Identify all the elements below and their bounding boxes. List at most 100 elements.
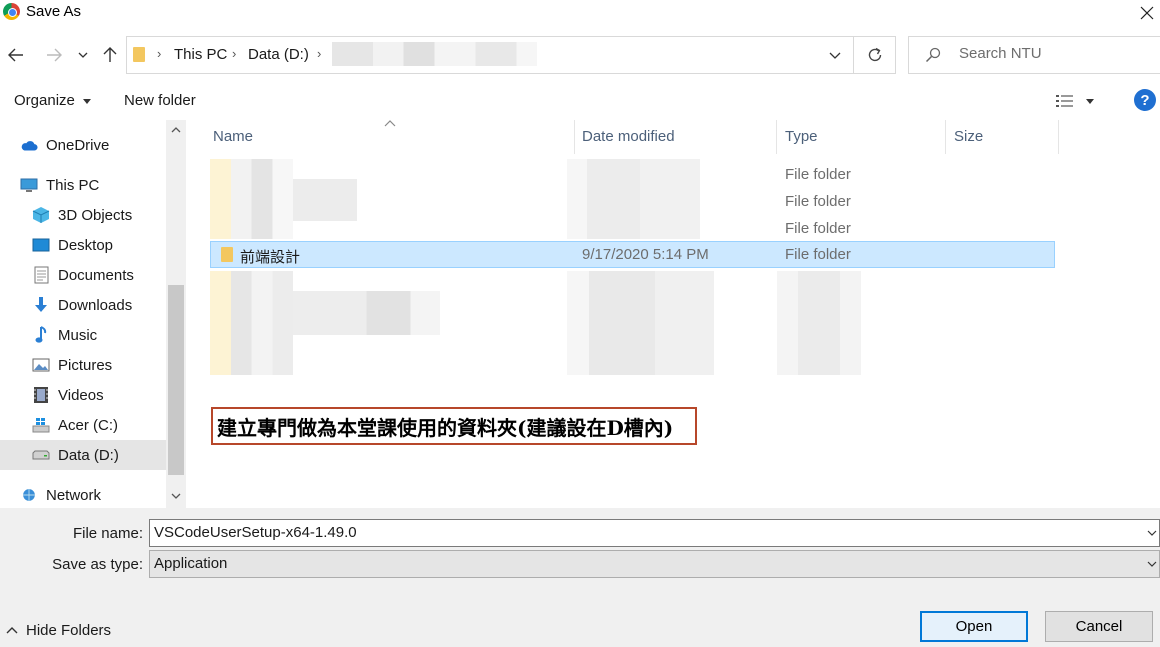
sort-ascending-icon — [384, 120, 396, 127]
organize-label: Organize — [14, 92, 75, 109]
breadcrumb-redacted — [332, 42, 537, 66]
file-list: Name Date modified Type Size File folder… — [186, 120, 1160, 508]
windows-drive-icon — [32, 416, 50, 434]
sidebar-item-label: Network — [46, 486, 102, 504]
up-button[interactable] — [97, 40, 123, 70]
computer-icon — [20, 176, 38, 194]
new-folder-button[interactable]: New folder — [124, 92, 196, 109]
forward-button[interactable] — [41, 40, 67, 70]
refresh-icon — [868, 47, 881, 62]
help-button[interactable]: ? — [1134, 89, 1156, 111]
hide-folders-label: Hide Folders — [26, 622, 112, 639]
file-name-label: File name: — [72, 525, 143, 542]
save-as-type-select[interactable]: Application — [149, 550, 1160, 578]
table-row[interactable]: File folder — [210, 188, 1055, 215]
hide-folders-toggle[interactable]: Hide Folders — [6, 622, 111, 639]
back-button[interactable] — [3, 40, 29, 70]
sidebar-item-desktop[interactable]: Desktop — [0, 230, 166, 260]
video-icon — [32, 386, 50, 404]
breadcrumb-separator-icon: › — [317, 46, 322, 61]
address-history-dropdown[interactable] — [825, 37, 845, 73]
caret-down-icon — [1086, 98, 1094, 104]
open-button[interactable]: Open — [920, 611, 1028, 642]
table-row-selected[interactable]: 前端設計 9/17/2020 5:14 PM File folder — [210, 241, 1055, 268]
sidebar-item-label: Documents — [58, 266, 134, 284]
table-row-redacted[interactable] — [210, 271, 1055, 375]
search-box[interactable] — [908, 36, 1160, 74]
sidebar-item-data-d[interactable]: Data (D:) — [0, 440, 166, 470]
column-divider[interactable] — [574, 120, 575, 154]
table-row[interactable]: File folder — [210, 159, 1055, 239]
chevron-down-icon[interactable] — [1145, 520, 1159, 546]
music-icon — [32, 326, 50, 344]
chevron-down-icon — [78, 52, 88, 58]
column-divider[interactable] — [776, 120, 777, 154]
sidebar-item-onedrive[interactable]: OneDrive — [0, 130, 166, 160]
cloud-icon — [20, 136, 38, 154]
chevron-down-icon[interactable] — [1145, 551, 1159, 577]
drive-icon — [32, 446, 50, 464]
close-button[interactable] — [1134, 0, 1160, 26]
sidebar-item-network[interactable]: Network — [0, 480, 166, 508]
download-icon — [32, 296, 50, 314]
column-header-type[interactable]: Type — [785, 128, 818, 145]
file-name-value: VSCodeUserSetup-x64-1.49.0 — [154, 524, 357, 541]
sidebar-item-downloads[interactable]: Downloads — [0, 290, 166, 320]
caret-down-icon — [83, 98, 92, 104]
view-options-button[interactable] — [1056, 90, 1102, 112]
folder-icon — [221, 247, 233, 262]
sidebar-item-label: Videos — [58, 386, 104, 404]
address-bar[interactable]: › This PC › Data (D:) › — [126, 36, 896, 74]
column-divider[interactable] — [945, 120, 946, 154]
sidebar-item-pictures[interactable]: Pictures — [0, 350, 166, 380]
column-header-date-modified[interactable]: Date modified — [582, 128, 675, 145]
details-view-icon — [1056, 95, 1073, 107]
search-input[interactable] — [959, 45, 1149, 62]
cube-icon — [32, 206, 50, 224]
scrollbar-thumb[interactable] — [168, 285, 184, 475]
save-as-type-label: Save as type: — [52, 556, 143, 573]
forward-arrow-icon — [47, 48, 62, 62]
breadcrumb-this-pc[interactable]: This PC — [174, 46, 227, 63]
search-icon — [925, 47, 941, 66]
table-row[interactable]: File folder — [210, 215, 1055, 242]
file-type: File folder — [785, 220, 851, 237]
file-date: 9/17/2020 5:14 PM — [582, 246, 709, 263]
sidebar-item-label: 3D Objects — [58, 206, 133, 224]
sidebar-item-label: Downloads — [58, 296, 133, 314]
sidebar-item-videos[interactable]: Videos — [0, 380, 166, 410]
cancel-button[interactable]: Cancel — [1045, 611, 1153, 642]
chevron-down-icon — [829, 52, 841, 59]
refresh-button[interactable] — [853, 37, 895, 73]
sidebar-item-this-pc[interactable]: This PC — [0, 170, 166, 200]
file-type: File folder — [785, 193, 851, 210]
title-bar: Save As — [0, 0, 1160, 26]
sidebar-item-label: Data (D:) — [58, 446, 119, 464]
redacted-name — [210, 271, 293, 375]
navigation-scrollbar[interactable] — [166, 120, 186, 508]
column-header-name[interactable]: Name — [213, 128, 253, 145]
sidebar-item-documents[interactable]: Documents — [0, 260, 166, 290]
recent-locations-button[interactable] — [72, 40, 94, 70]
column-header-size[interactable]: Size — [954, 128, 983, 145]
picture-icon — [32, 356, 50, 374]
sidebar-item-music[interactable]: Music — [0, 320, 166, 350]
annotation-callout: 建立專門做為本堂課使用的資料夾(建議設在D槽內) — [211, 407, 697, 445]
organize-menu[interactable]: Organize — [14, 92, 92, 109]
file-name-field[interactable]: VSCodeUserSetup-x64-1.49.0 — [149, 519, 1160, 547]
scroll-down-button[interactable] — [166, 486, 186, 506]
chevron-up-icon — [171, 127, 181, 133]
folder-icon — [133, 47, 145, 62]
document-icon — [32, 266, 50, 284]
save-options-panel: File name: VSCodeUserSetup-x64-1.49.0 Sa… — [0, 508, 1160, 647]
breadcrumb-separator-icon: › — [157, 46, 162, 61]
sidebar-item-acer-c[interactable]: Acer (C:) — [0, 410, 166, 440]
column-divider[interactable] — [1058, 120, 1059, 154]
redacted-name — [293, 291, 440, 335]
breadcrumb-separator-icon: › — [232, 46, 237, 61]
sidebar-item-3d-objects[interactable]: 3D Objects — [0, 200, 166, 230]
scroll-up-button[interactable] — [166, 120, 186, 140]
breadcrumb-data-d[interactable]: Data (D:) — [248, 46, 309, 63]
sidebar-item-label: OneDrive — [46, 136, 110, 154]
sidebar-item-label: Pictures — [58, 356, 113, 374]
